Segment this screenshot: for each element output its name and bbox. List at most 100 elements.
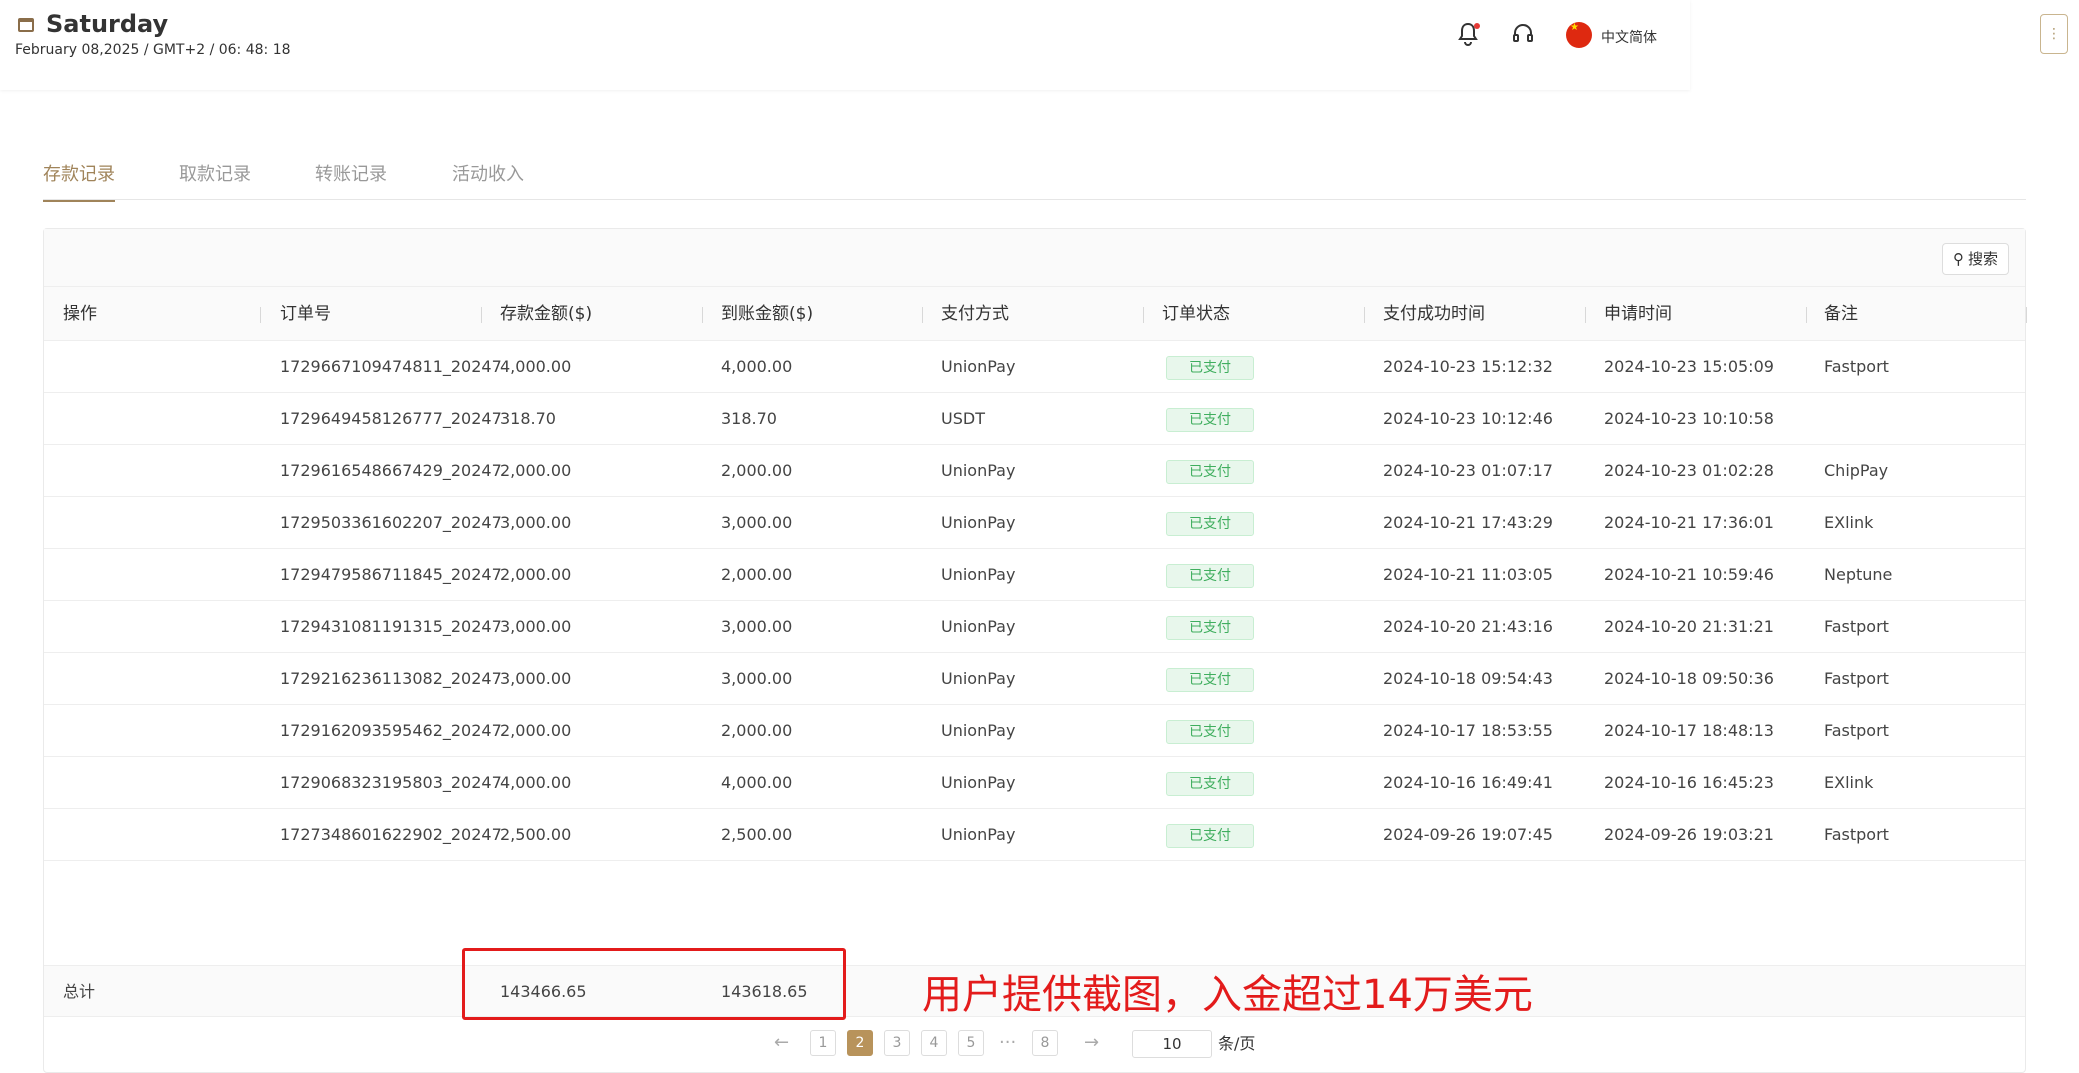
received-amount: 3,000.00 <box>721 513 793 532</box>
apply-time: 2024-10-21 17:36:01 <box>1604 513 1774 532</box>
table-row: 1729479586711845_20247 2,000.00 2,000.00 Un… <box>44 549 2025 601</box>
deposit-amount: 2,000.00 <box>500 721 572 740</box>
payment-method: UnionPay <box>941 461 1016 480</box>
deposit-amount: 4,000.00 <box>500 773 572 792</box>
record-tabs: 存款记录 取款记录 转账记录 活动收入 <box>43 150 2026 202</box>
deposit-amount: 2,500.00 <box>500 825 572 844</box>
china-flag-icon[interactable]: ★ <box>1566 22 1592 48</box>
received-amount: 2,000.00 <box>721 721 793 740</box>
order-number: 1729431081191315_20247 <box>280 617 502 636</box>
status-badge: 已支付 <box>1166 668 1254 692</box>
payment-method: UnionPay <box>941 773 1016 792</box>
calendar-icon <box>18 18 34 32</box>
note: Fastport <box>1824 669 1889 688</box>
received-amount: 3,000.00 <box>721 617 793 636</box>
language-selector[interactable]: 中文简体 <box>1601 27 1657 47</box>
apply-time: 2024-10-16 16:45:23 <box>1604 773 1774 792</box>
order-number: 1727348601622902_20247 <box>280 825 502 844</box>
order-number: 1729068323195803_20247 <box>280 773 502 792</box>
table-row: 1729068323195803_20247 4,000.00 4,000.00 Un… <box>44 757 2025 809</box>
tab-activity-income[interactable]: 活动收入 <box>452 160 524 200</box>
prev-page-button[interactable]: ← <box>774 1030 789 1056</box>
deposit-amount: 3,000.00 <box>500 513 572 532</box>
payment-method: UnionPay <box>941 513 1016 532</box>
paid-time: 2024-10-21 11:03:05 <box>1383 565 1553 584</box>
order-number: 1729479586711845_20247 <box>280 565 502 584</box>
col-header-received-amount: 到账金额($) <box>721 304 814 324</box>
total-label: 总计 <box>63 982 96 1001</box>
deposit-amount: 2,000.00 <box>500 461 572 480</box>
next-page-button[interactable]: → <box>1084 1030 1099 1056</box>
table-row: 1729216236113082_20247 3,000.00 3,000.00 Un… <box>44 653 2025 705</box>
col-header-payment-method: 支付方式 <box>941 304 1009 324</box>
payment-method: UnionPay <box>941 721 1016 740</box>
deposit-amount: 3,000.00 <box>500 617 572 636</box>
paid-time: 2024-10-18 09:54:43 <box>1383 669 1553 688</box>
col-header-deposit-amount: 存款金额($) <box>500 304 593 324</box>
headset-icon[interactable] <box>1509 22 1537 50</box>
table-row: 1729616548667429_20247 2,000.00 2,000.00 Un… <box>44 445 2025 497</box>
payment-method: UnionPay <box>941 565 1016 584</box>
page-button[interactable]: 2 <box>847 1030 873 1056</box>
apply-time: 2024-10-23 10:10:58 <box>1604 409 1774 428</box>
table-header: 操作 订单号 存款金额($) 到账金额($) 支付方式 订单状态 支付成功时间 … <box>44 287 2027 341</box>
paid-time: 2024-10-17 18:53:55 <box>1383 721 1553 740</box>
status-badge: 已支付 <box>1166 824 1254 848</box>
page-button[interactable]: 1 <box>810 1030 836 1056</box>
apply-time: 2024-09-26 19:03:21 <box>1604 825 1774 844</box>
page-button[interactable]: 4 <box>921 1030 947 1056</box>
deposit-amount: 4,000.00 <box>500 357 572 376</box>
table-row: 1729162093595462_20247 2,000.00 2,000.00 Un… <box>44 705 2025 757</box>
status-badge: 已支付 <box>1166 356 1254 380</box>
col-header-order-no: 订单号 <box>280 304 331 324</box>
tab-deposit-records[interactable]: 存款记录 <box>43 160 115 202</box>
status-badge: 已支付 <box>1166 460 1254 484</box>
page-button[interactable]: 5 <box>958 1030 984 1056</box>
received-amount: 4,000.00 <box>721 357 793 376</box>
table-toolbar: ⚲ 搜索 <box>44 229 2025 287</box>
status-badge: 已支付 <box>1166 772 1254 796</box>
apply-time: 2024-10-20 21:31:21 <box>1604 617 1774 636</box>
page-size-input[interactable]: 10 <box>1132 1030 1212 1058</box>
status-badge: 已支付 <box>1166 616 1254 640</box>
col-header-action: 操作 <box>63 304 97 324</box>
order-number: 1729649458126777_20247 <box>280 409 502 428</box>
received-amount: 318.70 <box>721 409 777 428</box>
deposit-amount: 318.70 <box>500 409 556 428</box>
page-button[interactable]: 3 <box>884 1030 910 1056</box>
paid-time: 2024-10-21 17:43:29 <box>1383 513 1553 532</box>
weekday: Saturday <box>46 10 169 38</box>
table-row: 1727348601622902_20247 2,500.00 2,500.00 Un… <box>44 809 2025 861</box>
deposit-amount: 2,000.00 <box>500 565 572 584</box>
records-table-panel: ⚲ 搜索 操作 订单号 存款金额($) 到账金额($) 支付方式 订单状态 支付成… <box>43 228 2027 1073</box>
received-amount: 2,000.00 <box>721 461 793 480</box>
status-badge: 已支付 <box>1166 408 1254 432</box>
payment-method: UnionPay <box>941 825 1016 844</box>
top-bar: Saturday February 08,2025 / GMT+2 / 06: … <box>0 0 1690 90</box>
received-amount: 3,000.00 <box>721 669 793 688</box>
tab-withdraw-records[interactable]: 取款记录 <box>179 160 251 200</box>
order-number: 1729216236113082_20247 <box>280 669 502 688</box>
payment-method: UnionPay <box>941 617 1016 636</box>
received-amount: 4,000.00 <box>721 773 793 792</box>
deposit-amount: 3,000.00 <box>500 669 572 688</box>
table-row: 1729503361602207_20247 3,000.00 3,000.00 Un… <box>44 497 2025 549</box>
side-panel-toggle[interactable]: ⋮ <box>2040 14 2068 54</box>
apply-time: 2024-10-23 15:05:09 <box>1604 357 1774 376</box>
highlight-box <box>462 948 846 1020</box>
note: EXlink <box>1824 513 1874 532</box>
order-number: 1729162093595462_20247 <box>280 721 502 740</box>
page-button[interactable]: 8 <box>1032 1030 1058 1056</box>
note: Fastport <box>1824 721 1889 740</box>
received-amount: 2,500.00 <box>721 825 793 844</box>
paid-time: 2024-10-20 21:43:16 <box>1383 617 1553 636</box>
tab-transfer-records[interactable]: 转账记录 <box>315 160 387 200</box>
note: Fastport <box>1824 357 1889 376</box>
paid-time: 2024-09-26 19:07:45 <box>1383 825 1553 844</box>
search-button[interactable]: ⚲ 搜索 <box>1941 243 2009 275</box>
note: Fastport <box>1824 825 1889 844</box>
payment-method: UnionPay <box>941 357 1016 376</box>
page-size-unit: 条/页 <box>1218 1034 1256 1053</box>
paid-time: 2024-10-23 15:12:32 <box>1383 357 1553 376</box>
status-badge: 已支付 <box>1166 512 1254 536</box>
